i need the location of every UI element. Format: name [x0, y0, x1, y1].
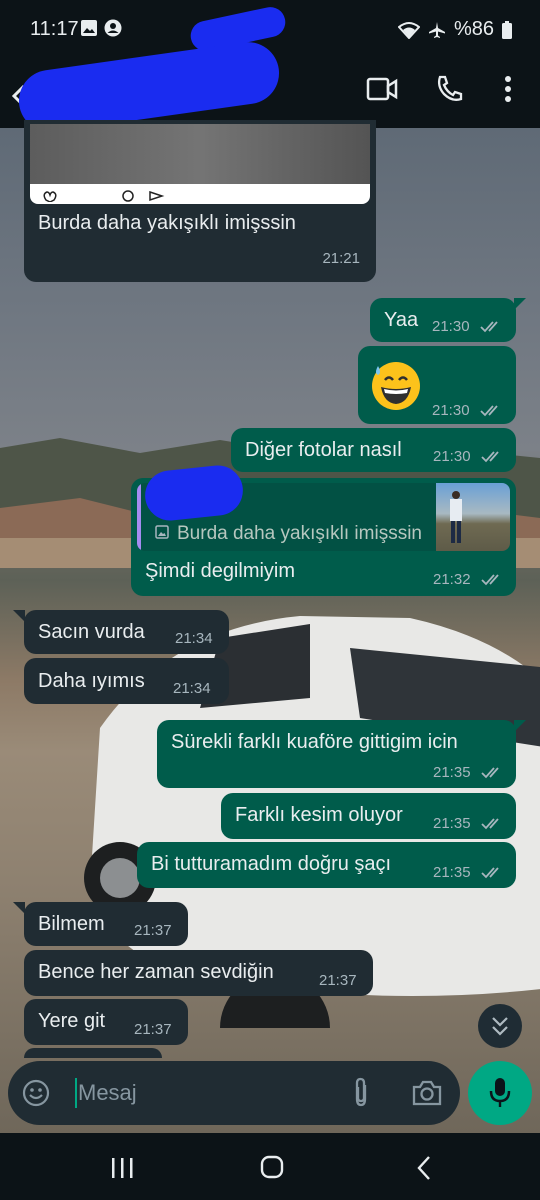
message-text: Bilmem	[38, 913, 105, 935]
battery-icon	[502, 20, 512, 39]
incoming-message[interactable]: Sacın vurda 21:34	[24, 610, 229, 654]
double-chevron-down-icon	[492, 1017, 508, 1036]
read-receipt-icon	[481, 818, 499, 830]
message-text: Daha ıyımıs	[38, 670, 145, 692]
outgoing-emoji-message[interactable]: 21:30	[358, 346, 516, 424]
incoming-message[interactable]: Bence her zaman sevdiğin 21:37	[24, 950, 373, 996]
quote-accent-bar	[137, 483, 141, 551]
message-text: Şimdi degilmiyim	[145, 560, 296, 582]
grinning-sweat-emoji-icon	[372, 362, 420, 410]
scroll-to-bottom-button[interactable]	[478, 1004, 522, 1048]
outgoing-message[interactable]: Yaa 21:30	[370, 298, 516, 342]
read-receipt-icon	[481, 867, 499, 879]
post-actions-icon	[43, 190, 165, 202]
quoted-photo-thumbnail	[436, 483, 510, 551]
message-time: 21:30	[432, 318, 470, 335]
message-time: 21:30	[432, 402, 470, 419]
read-receipt-icon	[480, 405, 498, 417]
quoted-text: Burda daha yakışıklı imişssin	[177, 523, 422, 544]
message-text: Farklı kesim oluyor	[235, 804, 403, 826]
shared-post-image	[30, 124, 370, 184]
more-options-icon[interactable]	[500, 74, 516, 104]
message-text: Burda daha yakışıklı imişssin	[38, 212, 296, 234]
message-input-bar: Mesaj	[8, 1061, 460, 1125]
gallery-notification-icon	[81, 20, 97, 36]
attach-icon[interactable]	[350, 1077, 372, 1109]
message-time: 21:30	[433, 448, 471, 465]
wifi-icon	[397, 21, 420, 39]
outgoing-reply-message[interactable]: Burda daha yakışıklı imişssin Şimdi degi…	[131, 463, 516, 596]
read-receipt-icon	[481, 574, 499, 586]
message-text: Yaa	[384, 309, 419, 331]
message-time: 21:35	[433, 864, 471, 881]
airplane-mode-icon	[428, 21, 445, 38]
message-text: Sacın vurda	[38, 621, 145, 643]
chat-header	[0, 38, 540, 136]
message-input[interactable]: Mesaj	[78, 1080, 137, 1106]
photo-icon	[155, 525, 169, 539]
voice-message-button[interactable]	[468, 1061, 532, 1125]
message-time: 21:37	[319, 972, 357, 989]
bubble-tail	[514, 298, 526, 310]
back-nav-icon[interactable]	[416, 1155, 432, 1181]
message-time: 21:34	[175, 630, 213, 647]
voice-call-icon[interactable]	[434, 74, 464, 104]
message-text: Sürekli farklı kuaföre gittigim icin	[171, 731, 458, 753]
status-time: 11:17	[30, 18, 79, 40]
incoming-message[interactable]: Burda daha yakışıklı imişssin 21:21	[24, 120, 376, 282]
message-text: Bi tutturamadım doğru şaçı	[151, 853, 392, 875]
read-receipt-icon	[481, 767, 499, 779]
message-time: 21:32	[433, 571, 471, 588]
incoming-message[interactable]: Daha ıyımıs 21:34	[24, 658, 229, 704]
message-text: Bence her zaman sevdiğin	[38, 961, 274, 983]
incoming-message-partial	[24, 1048, 162, 1058]
incoming-message[interactable]: Bilmem 21:37	[24, 902, 188, 946]
message-time: 21:35	[433, 815, 471, 832]
account-notification-icon	[104, 19, 122, 37]
outgoing-message[interactable]: Farklı kesim oluyor 21:35	[221, 793, 516, 839]
home-icon[interactable]	[260, 1155, 284, 1179]
message-time: 21:37	[134, 1021, 172, 1038]
camera-icon[interactable]	[412, 1079, 442, 1107]
recent-apps-icon[interactable]	[110, 1157, 134, 1179]
battery-percent: %86	[453, 18, 494, 40]
outgoing-message[interactable]: Sürekli farklı kuaföre gittigim icin 21:…	[157, 720, 516, 788]
text-caret	[75, 1078, 77, 1108]
video-call-icon[interactable]	[366, 76, 398, 102]
message-text: Diğer fotolar nasıl	[245, 439, 402, 461]
message-time: 21:35	[433, 764, 471, 781]
message-time: 21:21	[322, 250, 360, 267]
message-text: Yere git	[38, 1010, 106, 1032]
emoji-icon[interactable]	[22, 1079, 50, 1107]
read-receipt-icon	[481, 451, 499, 463]
read-receipt-icon	[480, 321, 498, 333]
incoming-message[interactable]: Yere git 21:37	[24, 999, 188, 1045]
message-time: 21:34	[173, 680, 211, 697]
outgoing-message[interactable]: Bi tutturamadım doğru şaçı 21:35	[137, 842, 516, 888]
message-time: 21:37	[134, 922, 172, 939]
shared-post-preview[interactable]	[30, 124, 370, 204]
microphone-icon	[489, 1078, 511, 1107]
system-navigation-bar	[0, 1133, 540, 1200]
outgoing-message[interactable]: Diğer fotolar nasıl 21:30	[231, 428, 516, 472]
